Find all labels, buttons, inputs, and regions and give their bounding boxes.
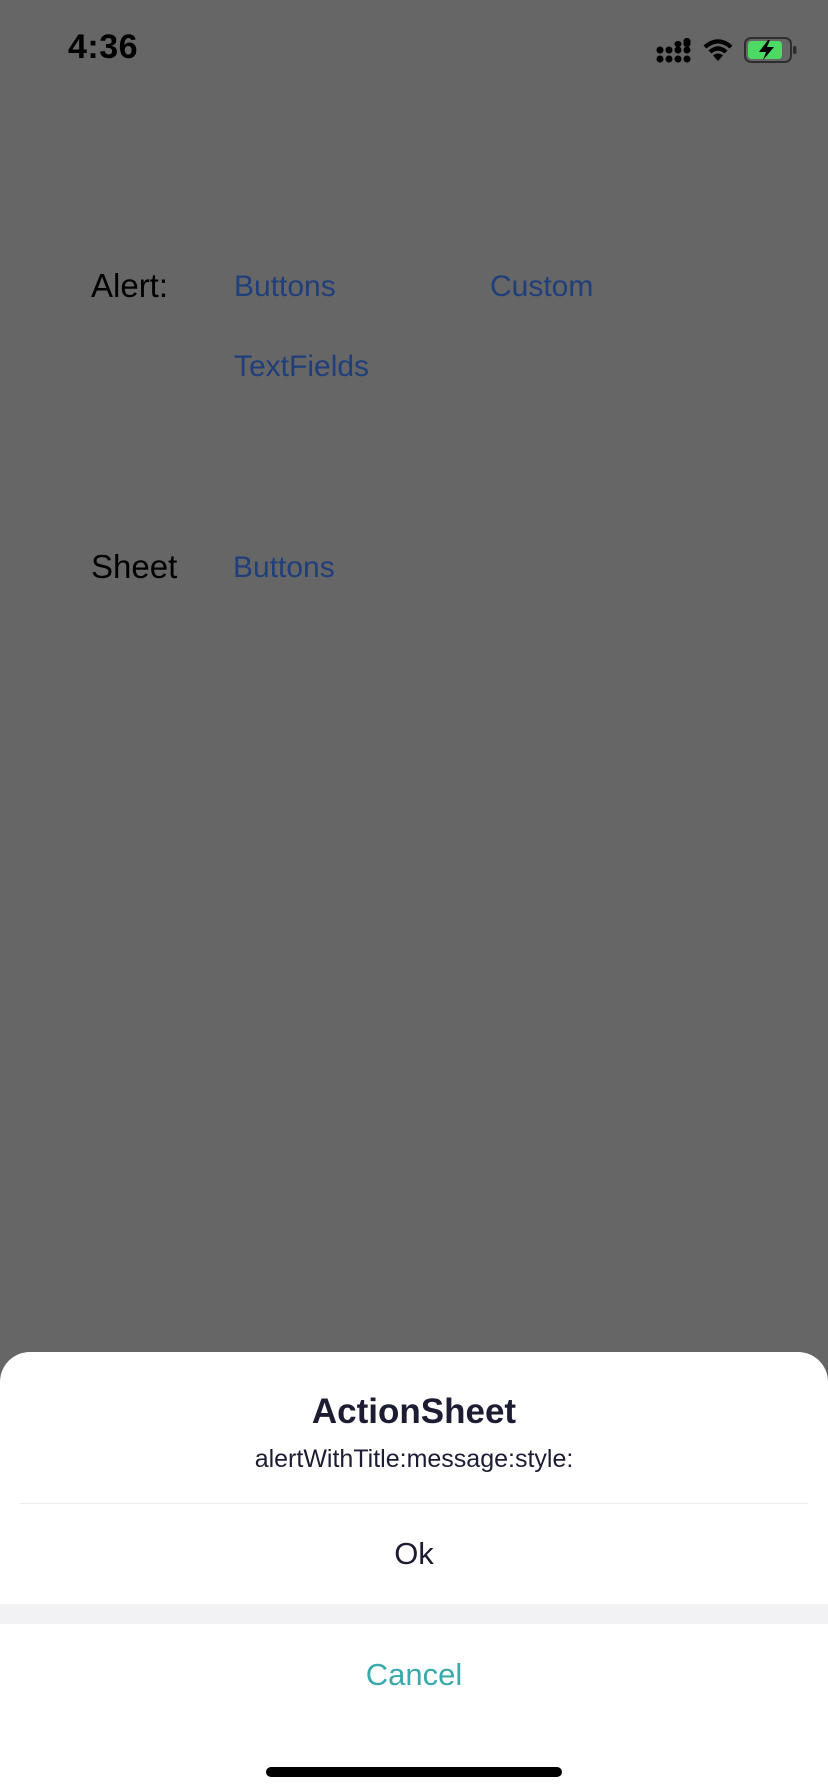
status-icons [656, 34, 798, 66]
sheet-separator [0, 1604, 828, 1624]
wifi-icon [702, 37, 734, 63]
battery-charging-icon [744, 37, 798, 63]
screen: 4:36 Alert: Buttons Custom TextFields Sh… [0, 0, 828, 1792]
cellular-signal-icon [656, 37, 692, 63]
action-sheet-message: alertWithTitle:message:style: [254, 1445, 574, 1473]
status-time: 4:36 [68, 28, 139, 66]
alert-textfields-button[interactable]: TextFields [234, 350, 369, 384]
alert-buttons-button[interactable]: Buttons [234, 270, 336, 304]
home-indicator[interactable] [266, 1767, 562, 1777]
ok-button[interactable]: Ok [0, 1504, 828, 1604]
sheet-label: Sheet [91, 548, 178, 585]
cancel-button[interactable]: Cancel [0, 1624, 828, 1726]
sheet-buttons-button[interactable]: Buttons [233, 551, 335, 585]
alert-custom-button[interactable]: Custom [490, 270, 593, 304]
action-sheet-title: ActionSheet [311, 1392, 517, 1431]
alert-label: Alert: [91, 267, 169, 304]
action-sheet: ActionSheet alertWithTitle:message:style… [0, 1352, 828, 1792]
